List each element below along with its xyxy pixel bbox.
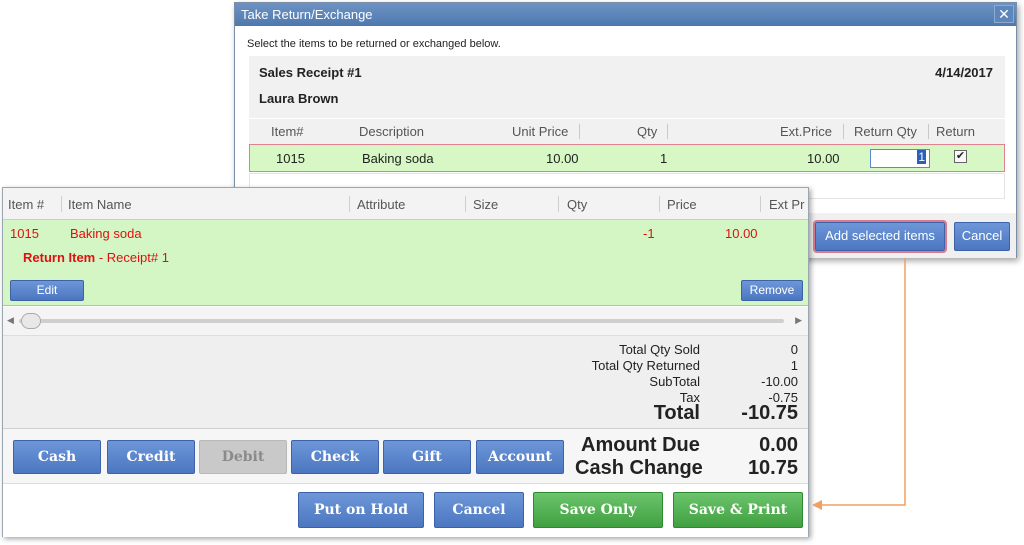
gift-button[interactable]: Gift bbox=[383, 440, 471, 474]
dialog-instruction: Select the items to be returned or excha… bbox=[247, 38, 501, 50]
col-ext-price: Ext.Price bbox=[780, 124, 833, 139]
return-item-title: Return Item bbox=[23, 250, 96, 265]
cash-change-label: Cash Change bbox=[575, 457, 703, 479]
dialog-cancel-button[interactable]: Cancel bbox=[954, 222, 1010, 251]
receipt-row[interactable]: 1015 Baking soda 10.00 1 10.00 1 ✔ bbox=[249, 144, 1005, 172]
col-item-no: Item # bbox=[8, 197, 45, 212]
col-qty: Qty bbox=[567, 197, 588, 212]
dialog-titlebar: Take Return/Exchange bbox=[235, 3, 1016, 26]
col-item-name: Item Name bbox=[68, 197, 132, 212]
col-return-qty: Return Qty bbox=[854, 124, 917, 139]
subtotal-label: SubTotal bbox=[649, 374, 700, 389]
subtotal-value: -10.00 bbox=[761, 374, 798, 389]
qty-returned-label: Total Qty Returned bbox=[591, 358, 700, 373]
item-qty: -1 bbox=[643, 226, 655, 241]
item-price: 10.00 bbox=[725, 226, 758, 241]
cash-button[interactable]: Cash bbox=[13, 440, 101, 474]
connector-arrowhead-icon bbox=[812, 500, 822, 510]
totals-panel: Total Qty Sold 0 Total Qty Returned 1 Su… bbox=[3, 335, 808, 428]
amount-due-label: Amount Due bbox=[581, 434, 700, 456]
receipt-number: Sales Receipt #1 bbox=[259, 65, 362, 80]
check-button[interactable]: Check bbox=[291, 440, 379, 474]
receipt-table-header: Item# Description Unit Price Qty Ext.Pri… bbox=[249, 119, 1005, 144]
col-price: Price bbox=[667, 197, 697, 212]
amount-due-value: 0.00 bbox=[759, 434, 798, 456]
payment-area: Cash Credit Debit Check Gift Account Amo… bbox=[3, 428, 808, 483]
cash-change-value: 10.75 bbox=[747, 457, 798, 479]
qty-returned-value: 1 bbox=[790, 358, 798, 373]
action-bar: Put on Hold Cancel Save Only Save & Prin… bbox=[3, 483, 808, 537]
put-on-hold-button[interactable]: Put on Hold bbox=[298, 492, 424, 528]
add-selected-items-button[interactable]: Add selected items bbox=[813, 220, 947, 253]
debit-button: Debit bbox=[199, 440, 287, 474]
return-item-label: Return Item - Receipt# 1 bbox=[23, 250, 169, 265]
col-qty: Qty bbox=[637, 124, 658, 139]
pos-window: Item # Item Name Attribute Size Qty Pric… bbox=[2, 187, 809, 537]
dialog-title: Take Return/Exchange bbox=[241, 7, 373, 22]
return-receipt-ref: - Receipt# 1 bbox=[95, 250, 169, 265]
col-description: Description bbox=[359, 124, 425, 139]
scroll-thumb[interactable] bbox=[21, 313, 41, 329]
scroll-track[interactable] bbox=[19, 319, 784, 323]
close-icon[interactable]: ✕ bbox=[994, 5, 1014, 23]
col-unit-price: Unit Price bbox=[512, 124, 569, 139]
receipt-header: Sales Receipt #1 4/14/2017 Laura Brown bbox=[249, 56, 1005, 118]
horizontal-scrollbar[interactable]: ◀ ▶ bbox=[3, 307, 808, 335]
scroll-right-icon[interactable]: ▶ bbox=[795, 315, 802, 326]
row-description: Baking soda bbox=[362, 151, 434, 166]
cart-item-row[interactable]: 1015 Baking soda -1 10.00 Return Item - … bbox=[3, 220, 808, 306]
pos-table-header: Item # Item Name Attribute Size Qty Pric… bbox=[3, 188, 808, 220]
remove-button[interactable]: Remove bbox=[741, 280, 803, 301]
save-only-button[interactable]: Save Only bbox=[533, 492, 663, 528]
scroll-left-icon[interactable]: ◀ bbox=[7, 315, 14, 326]
save-print-button[interactable]: Save & Print bbox=[673, 492, 803, 528]
receipt-date: 4/14/2017 bbox=[935, 65, 993, 80]
total-value: -10.75 bbox=[741, 402, 798, 424]
return-qty-input[interactable]: 1 bbox=[870, 149, 930, 168]
return-qty-value: 1 bbox=[917, 150, 926, 164]
row-ext-price: 10.00 bbox=[807, 151, 840, 166]
credit-button[interactable]: Credit bbox=[107, 440, 195, 474]
qty-sold-value: 0 bbox=[790, 342, 798, 357]
item-number: 1015 bbox=[10, 226, 39, 241]
row-unit-price: 10.00 bbox=[546, 151, 579, 166]
item-name: Baking soda bbox=[70, 226, 142, 241]
cancel-button[interactable]: Cancel bbox=[434, 492, 524, 528]
connector-line bbox=[818, 258, 906, 506]
row-item-no: 1015 bbox=[276, 151, 305, 166]
return-checkbox[interactable]: ✔ bbox=[954, 150, 967, 163]
col-item-no: Item# bbox=[271, 124, 304, 139]
col-return: Return bbox=[936, 124, 976, 139]
qty-sold-label: Total Qty Sold bbox=[619, 342, 700, 357]
col-ext-price: Ext Pr bbox=[769, 197, 805, 212]
customer-name: Laura Brown bbox=[259, 91, 339, 106]
edit-button[interactable]: Edit bbox=[10, 280, 84, 301]
account-button[interactable]: Account bbox=[476, 440, 564, 474]
col-attribute: Attribute bbox=[357, 197, 406, 212]
col-size: Size bbox=[473, 197, 499, 212]
row-qty: 1 bbox=[660, 151, 668, 166]
total-label: Total bbox=[653, 402, 700, 424]
